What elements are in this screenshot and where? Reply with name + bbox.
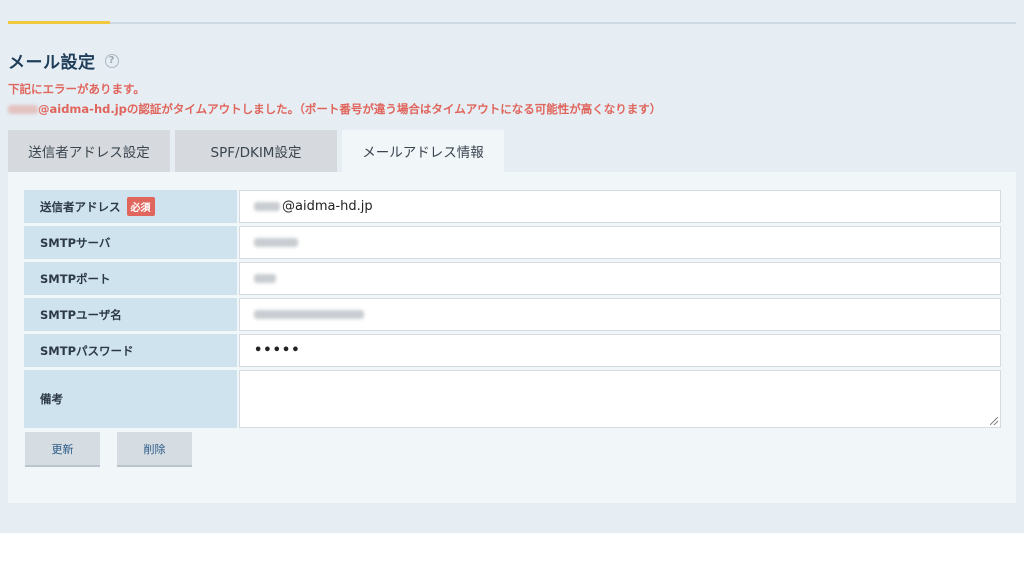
smtp-port-input[interactable] <box>239 262 1001 295</box>
password-masked-value: ••••• <box>254 343 301 358</box>
title-row: メール設定 ? <box>8 48 119 73</box>
redacted-value <box>254 238 298 247</box>
tab-sender-address-settings[interactable]: 送信者アドレス設定 <box>8 130 170 172</box>
smtp-user-input[interactable] <box>239 298 1001 331</box>
smtp-server-input[interactable] <box>239 226 1001 259</box>
tab-spf-dkim-settings[interactable]: SPF/DKIM設定 <box>175 130 337 172</box>
row-smtp-password: SMTPパスワード ••••• <box>24 334 1001 367</box>
top-accent-bar <box>8 21 110 24</box>
top-divider <box>8 22 1016 24</box>
error-detail-text: @aidma-hd.jpの認証がタイムアウトしました。（ポート番号が違う場合はタ… <box>38 102 662 116</box>
smtp-password-input[interactable]: ••••• <box>239 334 1001 367</box>
redacted-value <box>254 202 280 211</box>
resize-handle-icon[interactable] <box>990 417 998 425</box>
error-summary: 下記にエラーがあります。 <box>8 82 145 96</box>
label-smtp-port: SMTPポート <box>24 262 237 295</box>
tab-bar: 送信者アドレス設定 SPF/DKIM設定 メールアドレス情報 <box>8 130 509 172</box>
row-notes: 備考 <box>24 370 1001 428</box>
redacted-value <box>254 310 364 319</box>
sender-address-value: @aidma-hd.jp <box>282 199 373 214</box>
tab-mail-address-info[interactable]: メールアドレス情報 <box>342 130 504 172</box>
redacted-username <box>8 104 38 114</box>
label-sender-address: 送信者アドレス 必須 <box>24 190 237 223</box>
row-sender-address: 送信者アドレス 必須 @aidma-hd.jp <box>24 190 1001 223</box>
redacted-value <box>254 274 276 283</box>
sender-address-input[interactable]: @aidma-hd.jp <box>239 190 1001 223</box>
update-button[interactable]: 更新 <box>25 432 100 467</box>
label-smtp-password: SMTPパスワード <box>24 334 237 367</box>
page-title: メール設定 <box>8 53 96 73</box>
question-circle-icon[interactable]: ? <box>104 53 119 68</box>
label-sender-address-text: 送信者アドレス <box>40 199 121 214</box>
row-smtp-user: SMTPユーザ名 <box>24 298 1001 331</box>
error-detail: @aidma-hd.jpの認証がタイムアウトしました。（ポート番号が違う場合はタ… <box>8 101 661 117</box>
row-smtp-port: SMTPポート <box>24 262 1001 295</box>
row-smtp-server: SMTPサーバ <box>24 226 1001 259</box>
label-smtp-server: SMTPサーバ <box>24 226 237 259</box>
required-badge: 必須 <box>126 197 155 216</box>
label-notes: 備考 <box>24 370 237 428</box>
mail-settings-form: 送信者アドレス 必須 @aidma-hd.jp SMTPサーバ SMTPポート … <box>24 190 1001 431</box>
label-smtp-user: SMTPユーザ名 <box>24 298 237 331</box>
notes-textarea[interactable] <box>239 370 1001 428</box>
delete-button[interactable]: 削除 <box>117 432 192 467</box>
